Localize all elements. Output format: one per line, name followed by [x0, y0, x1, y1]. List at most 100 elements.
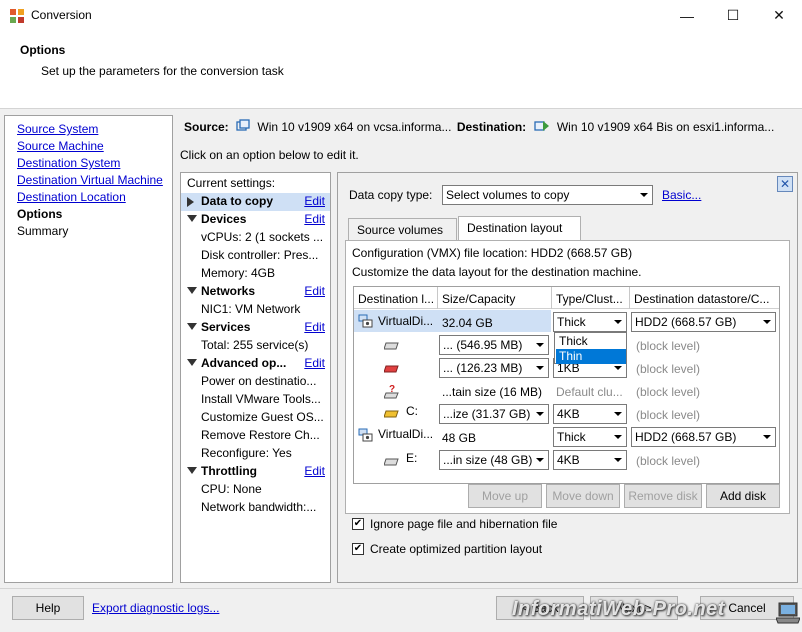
- row-type: Default clu...: [556, 385, 623, 399]
- size-select[interactable]: ...ize (31.37 GB): [439, 404, 549, 424]
- row-datastore: (block level): [636, 385, 701, 399]
- chevron-down-icon: [532, 336, 548, 354]
- setting-item: Disk controller: Pres...: [201, 248, 319, 262]
- tab-destination-layout[interactable]: Destination layout: [458, 216, 581, 241]
- edit-networks-link[interactable]: Edit: [304, 284, 325, 298]
- wizard-steps-nav: Source System Source Machine Destination…: [4, 115, 173, 583]
- source-value: Win 10 v1909 x64 on vcsa.informa...: [257, 120, 452, 134]
- data-copy-type-select[interactable]: Select volumes to copy: [442, 185, 653, 205]
- size-select[interactable]: ... (126.23 MB): [439, 358, 549, 378]
- source-destination-bar: Source: Win 10 v1909 x64 on vcsa.informa…: [184, 119, 774, 134]
- dropdown-option-thin[interactable]: Thin: [556, 349, 626, 364]
- ignore-pagefile-checkbox[interactable]: ✔: [352, 518, 364, 530]
- row-datastore: (block level): [636, 362, 701, 376]
- expanded-triangle-icon: [187, 467, 197, 474]
- column-header-destination[interactable]: Destination l...: [354, 287, 438, 309]
- setting-item: Memory: 4GB: [201, 266, 276, 280]
- section-networks[interactable]: Networks Edit: [181, 283, 330, 301]
- edit-services-link[interactable]: Edit: [304, 320, 325, 334]
- help-button[interactable]: Help: [12, 596, 84, 620]
- column-header-size[interactable]: Size/Capacity: [438, 287, 552, 309]
- chevron-down-icon: [532, 359, 548, 377]
- nav-source-system[interactable]: Source System: [17, 122, 98, 136]
- dropdown-option-thick[interactable]: Thick: [556, 334, 626, 349]
- page-subtitle: Set up the parameters for the conversion…: [41, 64, 284, 78]
- close-panel-button[interactable]: ✕: [777, 176, 793, 192]
- setting-item: vCPUs: 2 (1 sockets ...: [201, 230, 324, 244]
- virtual-disk-icon: [358, 314, 373, 328]
- disk-type-select[interactable]: Thick: [553, 427, 627, 447]
- section-devices[interactable]: Devices Edit: [181, 211, 330, 229]
- page-title: Options: [20, 43, 66, 57]
- optimized-layout-label: Create optimized partition layout: [370, 542, 543, 556]
- setting-item: CPU: None: [201, 482, 262, 496]
- setting-item: Network bandwidth:...: [201, 500, 317, 514]
- checkmark-icon: ✔: [353, 518, 363, 529]
- grid-header: Destination l... Size/Capacity Type/Clus…: [354, 287, 779, 309]
- row-name: E:: [406, 451, 418, 465]
- close-icon: ✕: [773, 7, 785, 23]
- row-name: VirtualDi...: [378, 427, 434, 441]
- edit-data-to-copy-link[interactable]: Edit: [304, 194, 325, 208]
- row-datastore: (block level): [636, 339, 701, 353]
- size-select[interactable]: ...in size (48 GB): [439, 450, 549, 470]
- datastore-select[interactable]: HDD2 (668.57 GB): [631, 427, 776, 447]
- maximize-button[interactable]: ☐: [710, 0, 756, 31]
- setting-item: Install VMware Tools...: [201, 392, 321, 406]
- checkmark-icon: ✔: [353, 543, 363, 554]
- move-down-button[interactable]: Move down: [546, 484, 620, 508]
- chevron-down-icon: [759, 313, 775, 331]
- current-settings-panel: Current settings: Data to copy Edit Devi…: [180, 172, 331, 583]
- partition-icon: [384, 458, 399, 466]
- edit-advanced-options-link[interactable]: Edit: [304, 356, 325, 370]
- current-settings-label: Current settings:: [187, 176, 276, 190]
- section-services[interactable]: Services Edit: [181, 319, 330, 337]
- cluster-size-select[interactable]: 4KB: [553, 450, 627, 470]
- chevron-down-icon: [636, 186, 652, 204]
- page-header: Options Set up the parameters for the co…: [0, 31, 802, 109]
- config-location-text: Configuration (VMX) file location: HDD2 …: [352, 246, 633, 260]
- disk-type-select[interactable]: Thick: [553, 312, 627, 332]
- maximize-icon: ☐: [726, 7, 740, 23]
- section-throttling[interactable]: Throttling Edit: [181, 463, 330, 481]
- optimized-layout-checkbox[interactable]: ✔: [352, 543, 364, 555]
- add-disk-button[interactable]: Add disk: [706, 484, 780, 508]
- edit-throttling-link[interactable]: Edit: [304, 464, 325, 478]
- close-window-button[interactable]: ✕: [756, 0, 802, 31]
- basic-link[interactable]: Basic...: [662, 188, 701, 202]
- system-partition-icon: [384, 365, 399, 373]
- row-datastore: (block level): [636, 408, 701, 422]
- expanded-triangle-icon: [187, 287, 197, 294]
- export-logs-link[interactable]: Export diagnostic logs...: [92, 601, 219, 615]
- setting-item: NIC1: VM Network: [201, 302, 301, 316]
- datastore-select[interactable]: HDD2 (668.57 GB): [631, 312, 776, 332]
- cluster-size-select[interactable]: 4KB: [553, 404, 627, 424]
- window-title: Conversion: [31, 8, 92, 22]
- volume-c-icon: [384, 410, 399, 418]
- destination-value: Win 10 v1909 x64 Bis on esxi1.informa...: [556, 120, 775, 134]
- minimize-button[interactable]: —: [664, 0, 710, 31]
- ignore-pagefile-label: Ignore page file and hibernation file: [370, 517, 558, 531]
- section-data-to-copy[interactable]: Data to copy Edit: [181, 193, 330, 211]
- move-up-button[interactable]: Move up: [468, 484, 542, 508]
- row-datastore: (block level): [636, 454, 701, 468]
- remove-disk-button[interactable]: Remove disk: [624, 484, 702, 508]
- column-header-type[interactable]: Type/Clust...: [552, 287, 630, 309]
- setting-item: Power on destinatio...: [201, 374, 317, 388]
- edit-devices-link[interactable]: Edit: [304, 212, 325, 226]
- customize-layout-text: Customize the data layout for the destin…: [352, 265, 642, 279]
- chevron-down-icon: [610, 405, 626, 423]
- expanded-triangle-icon: [187, 215, 197, 222]
- section-advanced-options[interactable]: Advanced op... Edit: [181, 355, 330, 373]
- tab-source-volumes[interactable]: Source volumes: [348, 218, 457, 240]
- collapsed-triangle-icon: [187, 197, 194, 207]
- nav-source-machine[interactable]: Source Machine: [17, 139, 104, 153]
- column-header-datastore[interactable]: Destination datastore/C...: [630, 287, 779, 309]
- nav-destination-location[interactable]: Destination Location: [17, 190, 126, 204]
- row-name: C:: [406, 404, 418, 418]
- minimize-icon: —: [680, 7, 694, 24]
- size-select[interactable]: ... (546.95 MB): [439, 335, 549, 355]
- nav-destination-system[interactable]: Destination System: [17, 156, 120, 170]
- setting-item: Remove Restore Ch...: [201, 428, 320, 442]
- nav-destination-virtual-machine[interactable]: Destination Virtual Machine: [17, 173, 163, 187]
